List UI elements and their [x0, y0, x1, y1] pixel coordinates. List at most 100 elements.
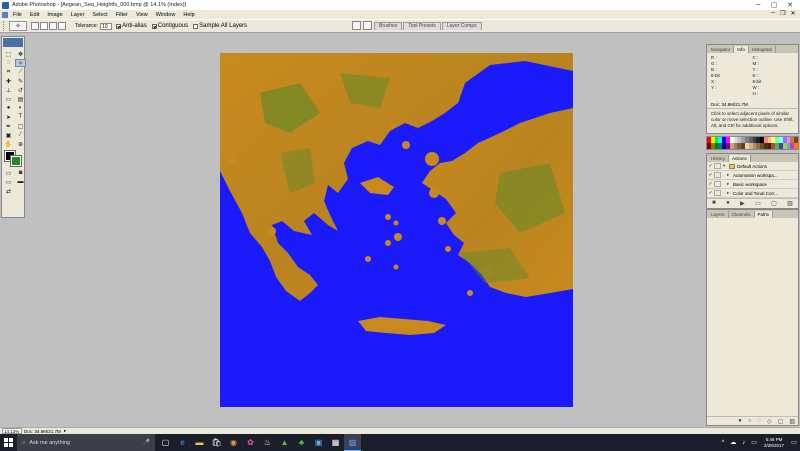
- terragen-icon[interactable]: ▲: [276, 434, 293, 451]
- action-center-icon[interactable]: ▭: [788, 434, 800, 451]
- pen-tool-icon[interactable]: ✒: [3, 122, 14, 130]
- subtract-selection-icon[interactable]: [49, 22, 57, 30]
- move-tool-icon[interactable]: ✥: [15, 50, 26, 58]
- marquee-tool-icon[interactable]: ⬚: [3, 50, 14, 58]
- task-view-icon[interactable]: ▢: [157, 434, 174, 451]
- magic-wand-tool-icon[interactable]: ✧: [15, 59, 26, 67]
- file-browser-icon[interactable]: [352, 21, 361, 30]
- steam-icon[interactable]: ♨: [259, 434, 276, 451]
- palette-well-icon[interactable]: [363, 21, 372, 30]
- new-path-icon[interactable]: ▢: [778, 418, 784, 425]
- new-action-icon[interactable]: ▢: [771, 200, 777, 207]
- action-automation[interactable]: ✓ ▸ Automation workspa...: [707, 171, 798, 180]
- delete-path-icon[interactable]: ▥: [789, 418, 795, 425]
- menu-help[interactable]: Help: [183, 12, 194, 18]
- record-icon[interactable]: ●: [726, 200, 730, 206]
- dodge-tool-icon[interactable]: ◐: [15, 104, 26, 112]
- stamp-tool-icon[interactable]: ⊥: [3, 86, 14, 94]
- tab-layers[interactable]: Layers: [708, 211, 729, 218]
- toolbox-header[interactable]: [3, 38, 23, 47]
- brush-tool-icon[interactable]: ✎: [15, 77, 26, 85]
- fill-path-icon[interactable]: ●: [738, 418, 742, 424]
- stroke-path-icon[interactable]: ○: [748, 418, 752, 424]
- dialog-toggle-icon[interactable]: [714, 163, 721, 169]
- menu-file[interactable]: File: [13, 12, 22, 18]
- volume-icon[interactable]: ♪: [742, 440, 745, 446]
- tab-navigator[interactable]: Navigator: [708, 46, 735, 53]
- screen-mode-icon[interactable]: ▭: [3, 178, 14, 186]
- dialog-toggle-icon[interactable]: [714, 190, 721, 196]
- doc-restore-button[interactable]: ❐: [778, 10, 788, 19]
- system-clock[interactable]: 5:46 PM 2/28/2017: [764, 437, 784, 449]
- menu-image[interactable]: Image: [47, 12, 62, 18]
- load-selection-icon[interactable]: ◌: [757, 418, 761, 424]
- history-brush-icon[interactable]: ↺: [15, 86, 26, 94]
- type-tool-icon[interactable]: T: [15, 113, 26, 121]
- network-icon[interactable]: ☁: [730, 439, 736, 446]
- stop-icon[interactable]: ■: [712, 200, 716, 206]
- tab-histogram[interactable]: Histogram: [749, 46, 777, 53]
- swatch-cell[interactable]: [794, 143, 798, 149]
- contiguous-checkbox[interactable]: [151, 23, 157, 29]
- path-select-icon[interactable]: ➤: [3, 113, 14, 121]
- eyedropper-tool-icon[interactable]: ⁄: [15, 131, 26, 139]
- chrome-browser-icon[interactable]: ◉: [225, 434, 242, 451]
- doc-close-button[interactable]: ✕: [788, 10, 798, 19]
- tab-tool-presets[interactable]: Tool Presets: [403, 21, 441, 30]
- menu-select[interactable]: Select: [92, 12, 107, 18]
- store-icon[interactable]: 🛍: [208, 434, 225, 451]
- imageready-icon[interactable]: ⇄: [3, 187, 14, 195]
- magic-wand-preset-icon[interactable]: ✧: [9, 21, 27, 31]
- menu-window[interactable]: Window: [156, 12, 176, 18]
- options-grip[interactable]: [3, 21, 6, 31]
- action-set-default[interactable]: ✓ ▾ Default Actions: [707, 162, 798, 171]
- menu-filter[interactable]: Filter: [116, 12, 128, 18]
- terrain-editor-icon[interactable]: ♣: [293, 434, 310, 451]
- blur-tool-icon[interactable]: ●: [3, 104, 14, 112]
- slice-tool-icon[interactable]: ⟋: [15, 68, 26, 76]
- image-viewer-icon[interactable]: ▣: [310, 434, 327, 451]
- tab-brushes[interactable]: Brushes: [374, 21, 403, 30]
- keyboard-icon[interactable]: ▭: [751, 439, 757, 446]
- close-button[interactable]: ✕: [782, 0, 798, 10]
- maximize-button[interactable]: ▢: [766, 0, 782, 10]
- action-color-tonal[interactable]: ✓ ▸ Color and Tonal Corr...: [707, 189, 798, 198]
- action-basic-workspace[interactable]: ✓ ▸ Basic workspace: [707, 180, 798, 189]
- new-selection-icon[interactable]: [31, 22, 39, 30]
- toggle-check-icon[interactable]: ✓: [707, 163, 714, 169]
- standard-mode-icon[interactable]: ▭: [3, 169, 14, 177]
- background-color-swatch[interactable]: [10, 155, 22, 167]
- zoom-tool-icon[interactable]: ⊕: [15, 140, 26, 148]
- new-set-icon[interactable]: ▭: [755, 200, 761, 207]
- sample-all-layers-checkbox[interactable]: [193, 23, 199, 29]
- lasso-tool-icon[interactable]: ◌: [3, 59, 14, 67]
- intersect-selection-icon[interactable]: [58, 22, 66, 30]
- start-button[interactable]: [0, 434, 17, 451]
- eraser-tool-icon[interactable]: ▭: [3, 95, 14, 103]
- toggle-check-icon[interactable]: ✓: [707, 181, 714, 187]
- menu-layer[interactable]: Layer: [71, 12, 85, 18]
- toggle-check-icon[interactable]: ✓: [707, 190, 714, 196]
- crop-tool-icon[interactable]: ⌗: [3, 68, 14, 76]
- minimize-button[interactable]: ─: [750, 0, 766, 10]
- tolerance-input[interactable]: 10: [100, 22, 113, 30]
- calculator-icon[interactable]: ▦: [327, 434, 344, 451]
- file-explorer-icon[interactable]: ▬: [191, 434, 208, 451]
- make-path-icon[interactable]: ◇: [767, 418, 772, 425]
- menu-edit[interactable]: Edit: [30, 12, 39, 18]
- gradient-tool-icon[interactable]: ▤: [15, 95, 26, 103]
- tab-history[interactable]: History: [708, 155, 730, 162]
- play-icon[interactable]: ▶: [740, 200, 745, 207]
- trash-icon[interactable]: ▥: [787, 200, 793, 207]
- add-selection-icon[interactable]: [40, 22, 48, 30]
- tab-actions[interactable]: Actions: [729, 155, 751, 162]
- photoshop-taskbar-icon[interactable]: ▨: [344, 434, 361, 451]
- dialog-toggle-icon[interactable]: [714, 172, 721, 178]
- paint-app-icon[interactable]: ✿: [242, 434, 259, 451]
- hand-tool-icon[interactable]: ✋: [3, 140, 14, 148]
- tab-layer-comps[interactable]: Layer Comps: [441, 21, 482, 30]
- doc-minimize-button[interactable]: ─: [768, 10, 778, 19]
- edge-browser-icon[interactable]: e: [174, 434, 191, 451]
- document-canvas[interactable]: [220, 53, 573, 407]
- quick-mask-icon[interactable]: ◙: [15, 169, 26, 177]
